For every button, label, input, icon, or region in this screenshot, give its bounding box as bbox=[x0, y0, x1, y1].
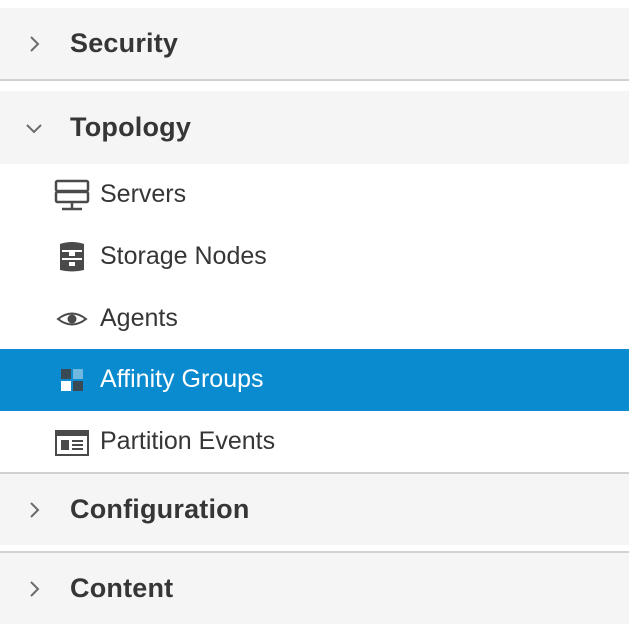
section-configuration[interactable]: Configuration bbox=[0, 472, 629, 545]
navigation-sidebar: Security Topology Servers Storage Nodes bbox=[0, 0, 629, 625]
sidebar-item-partition-events-label: Partition Events bbox=[100, 426, 276, 455]
section-content[interactable]: Content bbox=[0, 551, 629, 624]
section-security[interactable]: Security bbox=[0, 8, 629, 81]
chevron-right-icon bbox=[30, 35, 40, 52]
storage-node-icon bbox=[60, 242, 84, 272]
section-content-label: Content bbox=[70, 572, 174, 603]
section-configuration-label: Configuration bbox=[70, 493, 250, 524]
sidebar-item-agents-label: Agents bbox=[100, 303, 178, 332]
sidebar-item-affinity-groups[interactable]: Affinity Groups bbox=[0, 349, 629, 411]
server-icon bbox=[54, 179, 90, 211]
section-topology-label: Topology bbox=[70, 111, 192, 142]
partition-events-icon bbox=[55, 430, 89, 456]
eye-icon bbox=[56, 312, 88, 326]
section-topology[interactable]: Topology bbox=[0, 91, 629, 164]
sidebar-item-servers-label: Servers bbox=[100, 179, 187, 208]
sidebar-item-servers[interactable]: Servers bbox=[0, 164, 629, 226]
sidebar-item-agents[interactable]: Agents bbox=[0, 288, 629, 350]
sidebar-item-storage-nodes-label: Storage Nodes bbox=[100, 241, 267, 270]
sidebar-item-affinity-groups-label: Affinity Groups bbox=[100, 364, 264, 393]
sidebar-item-storage-nodes[interactable]: Storage Nodes bbox=[0, 226, 629, 288]
chevron-right-icon bbox=[30, 501, 40, 518]
section-security-label: Security bbox=[70, 27, 179, 58]
affinity-groups-icon bbox=[61, 369, 83, 391]
sidebar-item-partition-events[interactable]: Partition Events bbox=[0, 411, 629, 473]
chevron-down-icon bbox=[26, 123, 42, 133]
chevron-right-icon bbox=[30, 580, 40, 597]
